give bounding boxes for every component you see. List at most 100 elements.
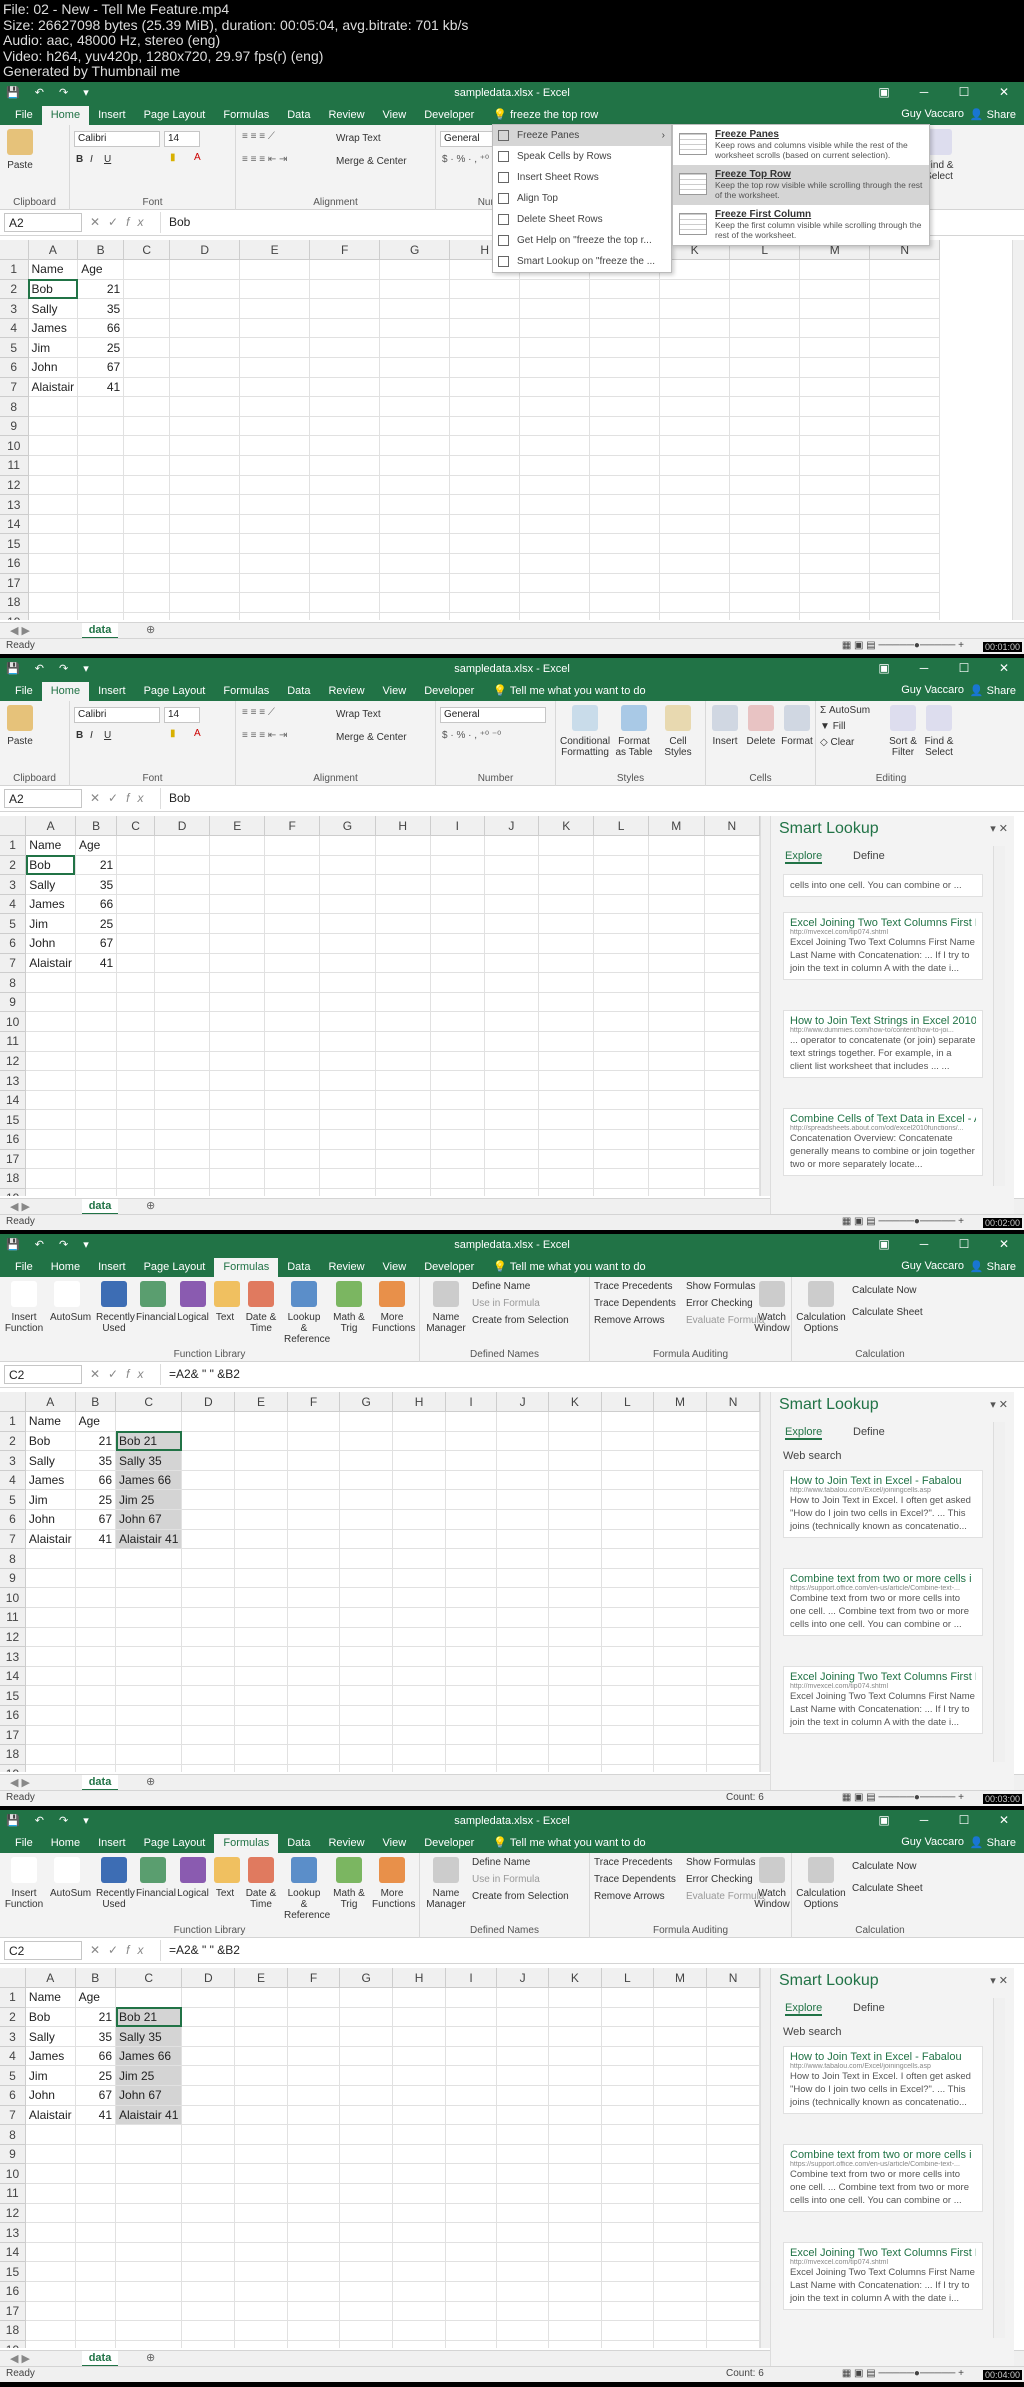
cell[interactable] <box>548 2144 602 2165</box>
new-sheet-icon[interactable]: ⊕ <box>146 2351 155 2364</box>
cell[interactable] <box>392 1489 447 1511</box>
cell[interactable]: Alaistair <box>28 377 79 398</box>
cell[interactable] <box>123 612 171 620</box>
cell[interactable] <box>123 279 171 300</box>
cell[interactable] <box>548 1685 602 1706</box>
cell[interactable] <box>339 2340 394 2348</box>
ribbon-options-icon[interactable]: ▣ <box>864 1813 904 1827</box>
cell[interactable] <box>392 2301 447 2322</box>
cell[interactable] <box>496 2261 550 2282</box>
cell[interactable] <box>75 1666 117 1687</box>
cell[interactable] <box>264 855 321 876</box>
cell[interactable] <box>28 533 79 554</box>
cell[interactable] <box>339 2281 394 2302</box>
cell[interactable] <box>538 972 595 993</box>
column-header[interactable]: B <box>75 816 118 837</box>
sheet-nav-icons[interactable]: ◀ ▶ <box>10 1776 30 1789</box>
cell[interactable]: Age <box>77 259 125 280</box>
insert-cells-button[interactable]: Insert <box>708 705 742 747</box>
paste-button[interactable]: Paste <box>6 129 34 171</box>
cell[interactable] <box>653 2340 708 2348</box>
cell[interactable] <box>181 2046 236 2067</box>
cell[interactable] <box>589 337 661 359</box>
cell[interactable] <box>449 592 521 613</box>
cell[interactable] <box>484 855 540 876</box>
result-title[interactable]: Excel Joining Two Text Columns First N <box>790 917 976 929</box>
cell[interactable] <box>659 435 731 457</box>
cell[interactable] <box>234 2242 288 2263</box>
row-header[interactable]: 7 <box>0 953 27 974</box>
cell[interactable] <box>589 416 661 437</box>
cell[interactable] <box>379 298 451 319</box>
cell[interactable] <box>548 2124 602 2145</box>
wrap-text-button[interactable]: Wrap Text <box>336 133 381 144</box>
align-icons[interactable]: ≡ ≡ ≡ ⟋ <box>242 707 275 718</box>
cell[interactable] <box>375 1051 431 1072</box>
cell[interactable] <box>209 1149 266 1170</box>
cell[interactable] <box>729 357 801 378</box>
cell[interactable] <box>706 1685 760 1706</box>
row-header[interactable]: 15 <box>0 1685 26 1706</box>
cell[interactable] <box>869 533 941 554</box>
cell[interactable] <box>519 533 591 554</box>
format-cells-button[interactable]: Format <box>780 705 814 747</box>
cell[interactable] <box>25 2320 76 2341</box>
worksheet-grid[interactable]: ABCDEFGHIJKLMN1NameAge2Bob213Sally354Jam… <box>0 816 760 1196</box>
autosum-button[interactable]: AutoSum <box>50 1281 91 1323</box>
cell[interactable] <box>339 2222 394 2243</box>
cell[interactable] <box>869 514 941 535</box>
cell[interactable] <box>519 318 591 339</box>
row-header[interactable]: 13 <box>0 1646 26 1667</box>
row-header[interactable]: 14 <box>0 2242 26 2263</box>
cell[interactable] <box>519 612 591 620</box>
cell[interactable] <box>601 1685 654 1706</box>
calculation-options-button[interactable]: Calculation Options <box>796 1281 846 1334</box>
cell[interactable] <box>154 1188 211 1196</box>
cell[interactable] <box>115 1764 183 1772</box>
cell[interactable] <box>548 2065 602 2087</box>
cell[interactable] <box>375 1109 431 1130</box>
cell[interactable] <box>392 1627 447 1648</box>
more-functions-button[interactable]: More Functions <box>372 1281 415 1334</box>
cell[interactable] <box>209 855 266 876</box>
cell[interactable] <box>496 2320 550 2341</box>
cell[interactable] <box>234 1587 288 1609</box>
cell[interactable] <box>392 2183 447 2204</box>
align-icons-2[interactable]: ≡ ≡ ≡ ⇤ ⇥ <box>242 154 287 165</box>
cell[interactable] <box>116 855 155 876</box>
row-header[interactable]: 8 <box>0 2124 26 2145</box>
cell[interactable] <box>319 1031 376 1052</box>
cell[interactable]: 66 <box>75 894 118 915</box>
cell[interactable] <box>379 416 451 437</box>
cell[interactable] <box>319 933 376 954</box>
cell[interactable] <box>287 1470 341 1491</box>
cell[interactable] <box>538 855 595 876</box>
ribbon-options-icon[interactable]: ▣ <box>864 661 904 675</box>
cell[interactable] <box>169 455 241 476</box>
cell[interactable] <box>601 2183 654 2204</box>
cell[interactable] <box>339 2144 394 2165</box>
row-header[interactable]: 6 <box>0 2085 26 2106</box>
cell[interactable] <box>799 318 871 339</box>
cell[interactable] <box>519 553 591 574</box>
row-header[interactable]: 4 <box>0 2046 26 2067</box>
row-header[interactable]: 15 <box>0 533 29 554</box>
financial-button[interactable]: Financial <box>136 1857 176 1899</box>
cell[interactable] <box>154 1070 211 1091</box>
cell[interactable] <box>181 1509 236 1530</box>
cell[interactable] <box>169 357 241 378</box>
cell[interactable] <box>704 1051 760 1072</box>
column-header[interactable]: F <box>287 1968 341 1989</box>
cell[interactable]: Jim <box>25 2065 76 2087</box>
cell[interactable] <box>319 1109 376 1130</box>
cell[interactable] <box>729 592 801 613</box>
cell[interactable] <box>430 1149 485 1170</box>
cell[interactable] <box>116 1129 155 1150</box>
cell[interactable] <box>430 1031 485 1052</box>
column-header[interactable]: K <box>548 1392 602 1413</box>
cell[interactable] <box>75 1548 117 1569</box>
cell[interactable] <box>154 1168 211 1189</box>
cell[interactable] <box>445 1666 498 1687</box>
cell[interactable] <box>264 913 321 935</box>
cell[interactable] <box>123 396 171 417</box>
